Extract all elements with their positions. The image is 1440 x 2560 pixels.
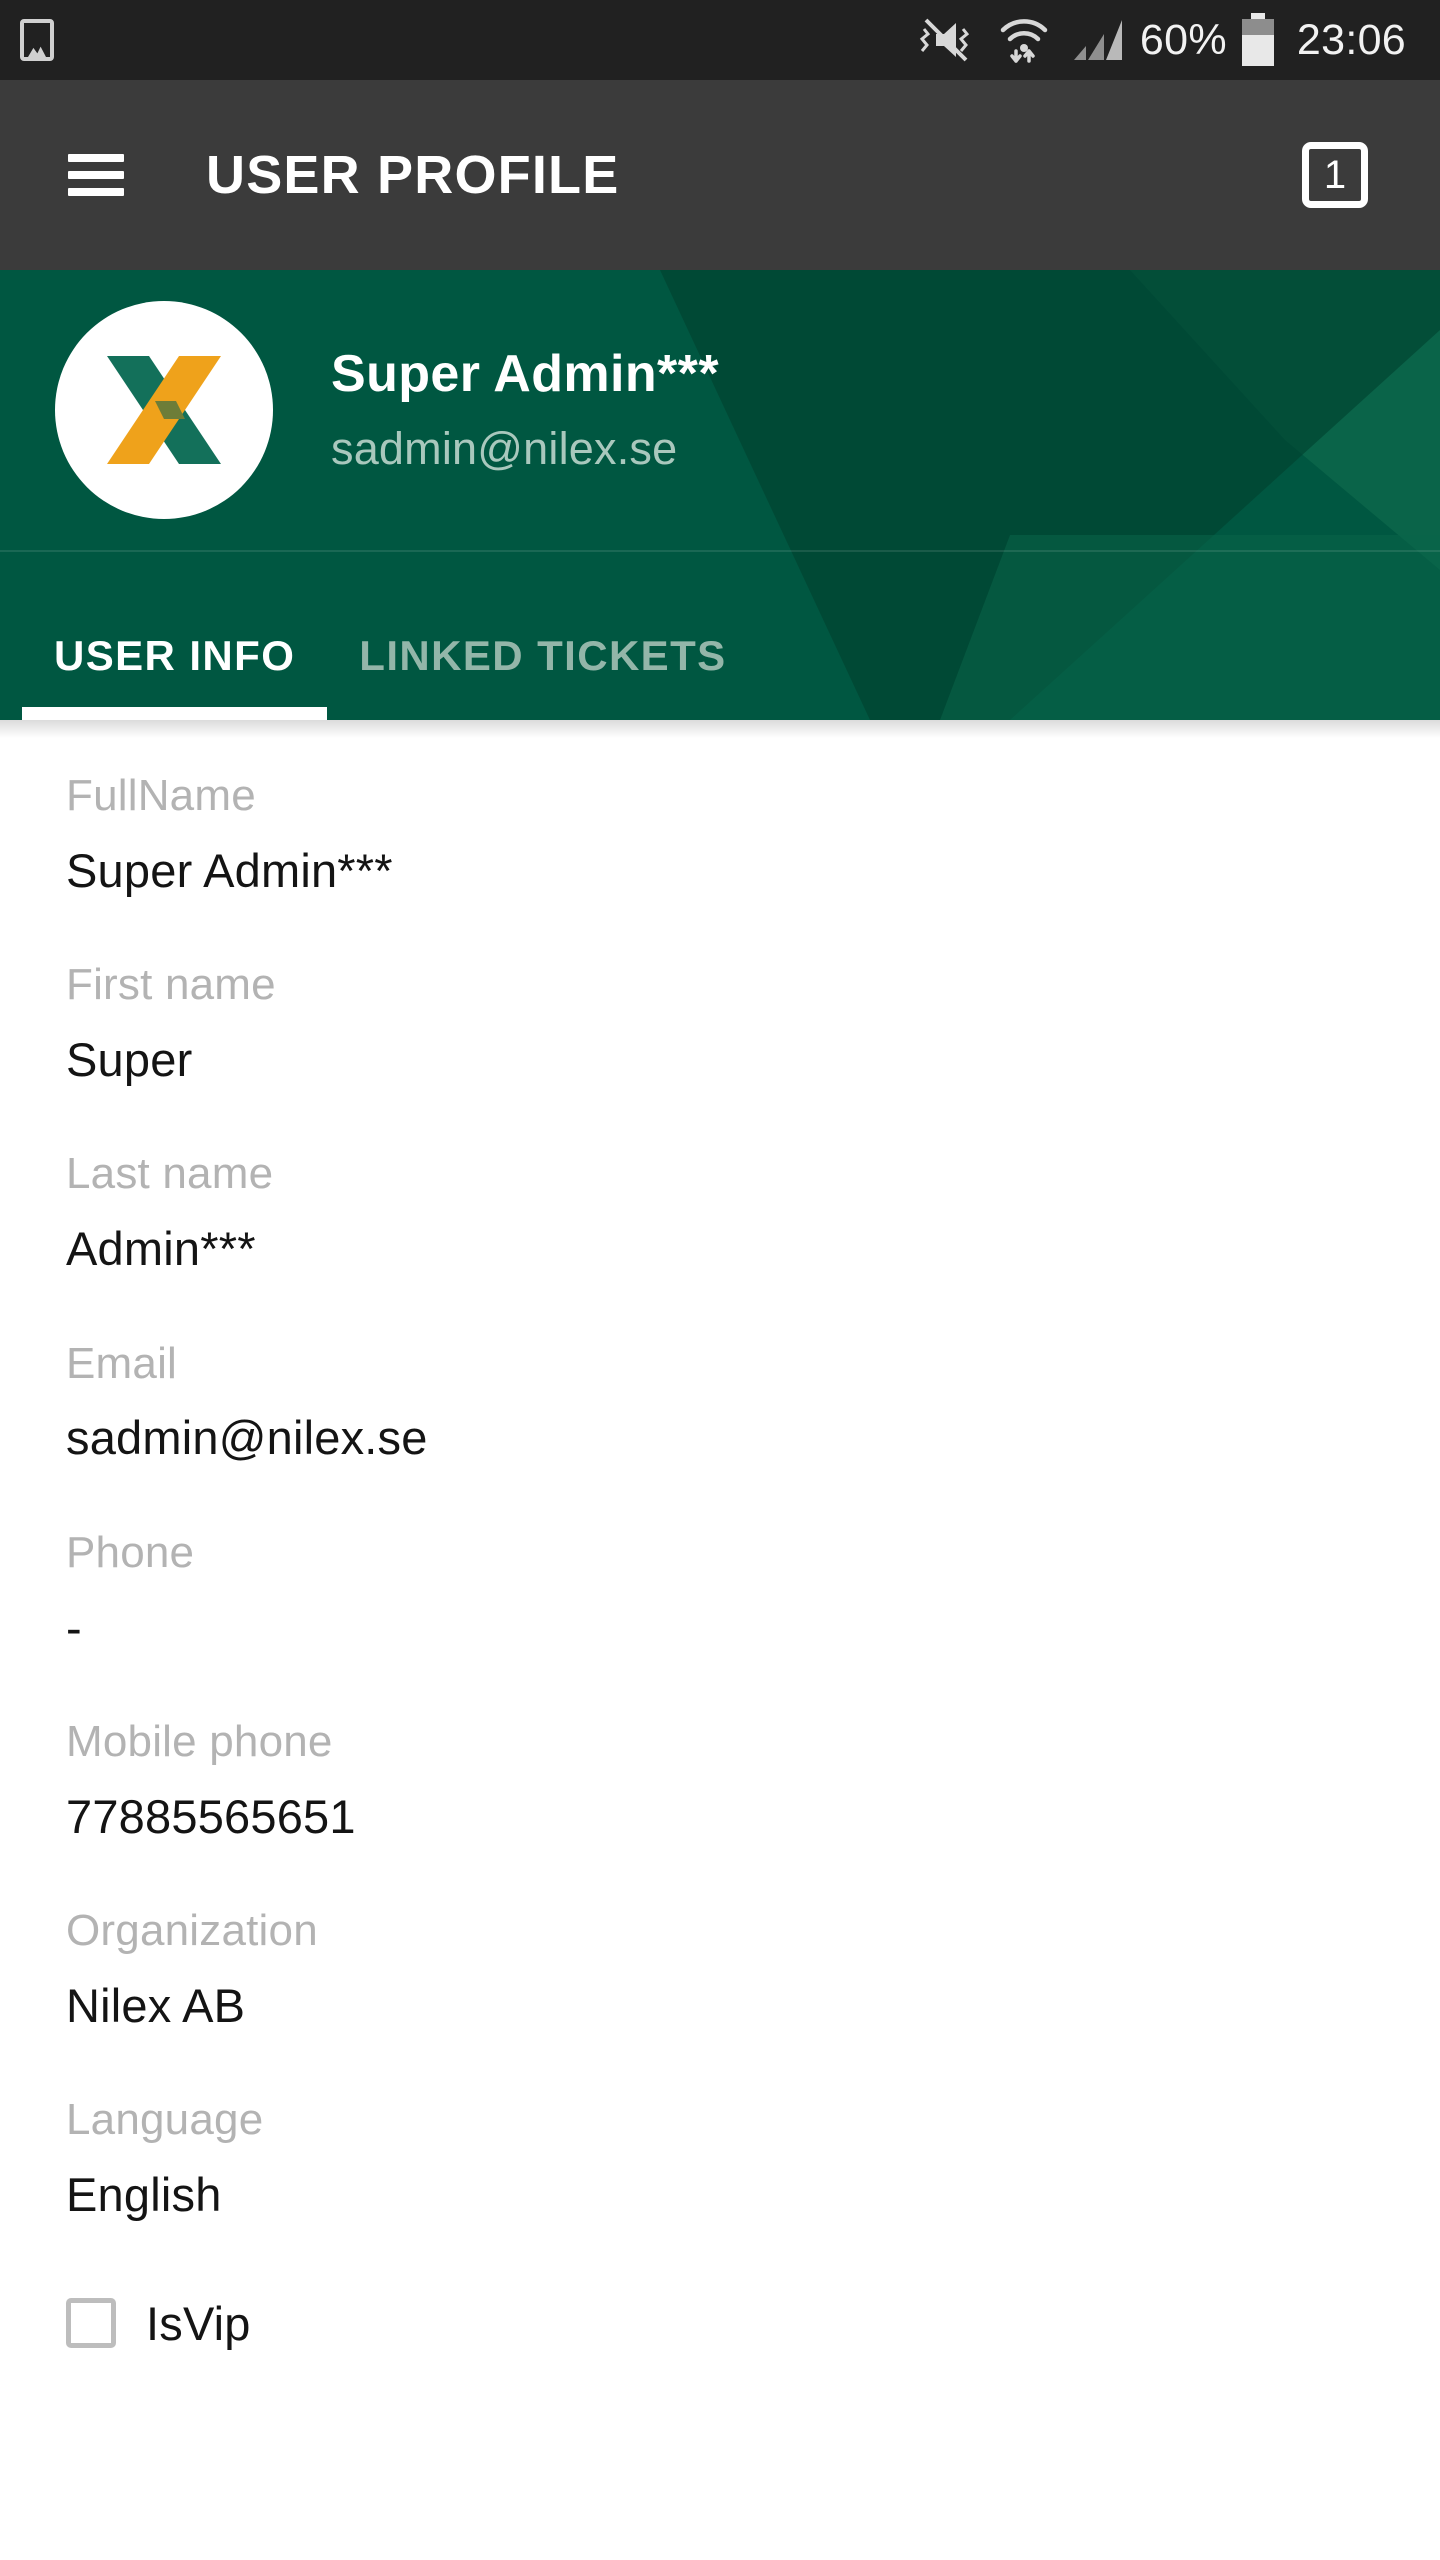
field-value: sadmin@nilex.se xyxy=(66,1411,428,1465)
field-value: Admin*** xyxy=(66,1222,256,1276)
sound-off-vibrate-icon xyxy=(916,17,976,63)
field-isvip[interactable]: IsVip xyxy=(66,2224,1374,2351)
field-last-name: Last name Admin*** xyxy=(66,1088,1374,1277)
status-bar: 60% 23:06 xyxy=(0,0,1440,80)
field-label: Last name xyxy=(66,1149,274,1199)
app-bar: USER PROFILE 1 xyxy=(0,80,1440,270)
tab-user-info-label: USER INFO xyxy=(54,632,296,679)
cellular-signal-icon xyxy=(1070,16,1124,64)
field-organization: Organization Nilex AB xyxy=(66,1845,1374,2034)
field-value: Super xyxy=(66,1032,193,1086)
field-phone: Phone - xyxy=(66,1467,1374,1656)
tab-linked-tickets[interactable]: LINKED TICKETS xyxy=(327,632,758,720)
field-label: Language xyxy=(66,2095,264,2145)
field-label: Mobile phone xyxy=(66,1716,333,1766)
isvip-label: IsVip xyxy=(146,2296,251,2350)
nilex-x-logo-icon xyxy=(107,356,221,464)
page-title: USER PROFILE xyxy=(206,145,620,205)
tab-bar: USER INFO LINKED TICKETS xyxy=(0,550,1440,720)
tab-count-badge[interactable]: 1 xyxy=(1302,142,1368,208)
isvip-checkbox[interactable] xyxy=(66,2298,116,2348)
status-bar-left xyxy=(0,19,54,61)
field-mobile-phone: Mobile phone 77885565651 xyxy=(66,1656,1374,1845)
user-info-panel: FullName Super Admin*** First name Super… xyxy=(0,720,1440,2560)
field-value: Nilex AB xyxy=(66,1978,246,2032)
field-language: Language English xyxy=(66,2034,1374,2223)
field-label: Email xyxy=(66,1338,178,1388)
field-value: English xyxy=(66,2168,222,2222)
tab-user-info[interactable]: USER INFO xyxy=(22,632,328,720)
tab-count-value: 1 xyxy=(1323,152,1347,197)
field-first-name: First name Super xyxy=(66,899,1374,1088)
gallery-image-icon xyxy=(20,19,54,61)
field-label: First name xyxy=(66,960,276,1010)
field-label: Phone xyxy=(66,1527,195,1577)
wifi-icon xyxy=(998,15,1050,65)
profile-meta: Super Admin*** sadmin@nilex.se xyxy=(331,345,719,475)
battery-icon xyxy=(1239,13,1277,67)
profile-name: Super Admin*** xyxy=(331,345,719,404)
status-bar-clock: 23:06 xyxy=(1296,15,1406,64)
field-label: FullName xyxy=(66,771,256,820)
avatar[interactable] xyxy=(55,301,273,519)
profile-identity-row: Super Admin*** sadmin@nilex.se xyxy=(0,270,1440,550)
tab-linked-tickets-label: LINKED TICKETS xyxy=(359,632,727,679)
field-value: Super Admin*** xyxy=(66,843,393,897)
profile-header: Super Admin*** sadmin@nilex.se USER INFO… xyxy=(0,270,1440,720)
field-value: 77885565651 xyxy=(66,1789,356,1843)
status-bar-right: 60% 23:06 xyxy=(916,13,1440,67)
hamburger-menu-icon[interactable] xyxy=(68,154,124,196)
battery-percentage: 60% xyxy=(1139,15,1227,64)
field-value: - xyxy=(66,1600,82,1654)
profile-email: sadmin@nilex.se xyxy=(331,422,678,474)
field-label: Organization xyxy=(66,1906,318,1956)
field-fullname: FullName Super Admin*** xyxy=(66,720,1374,899)
field-email: Email sadmin@nilex.se xyxy=(66,1278,1374,1467)
